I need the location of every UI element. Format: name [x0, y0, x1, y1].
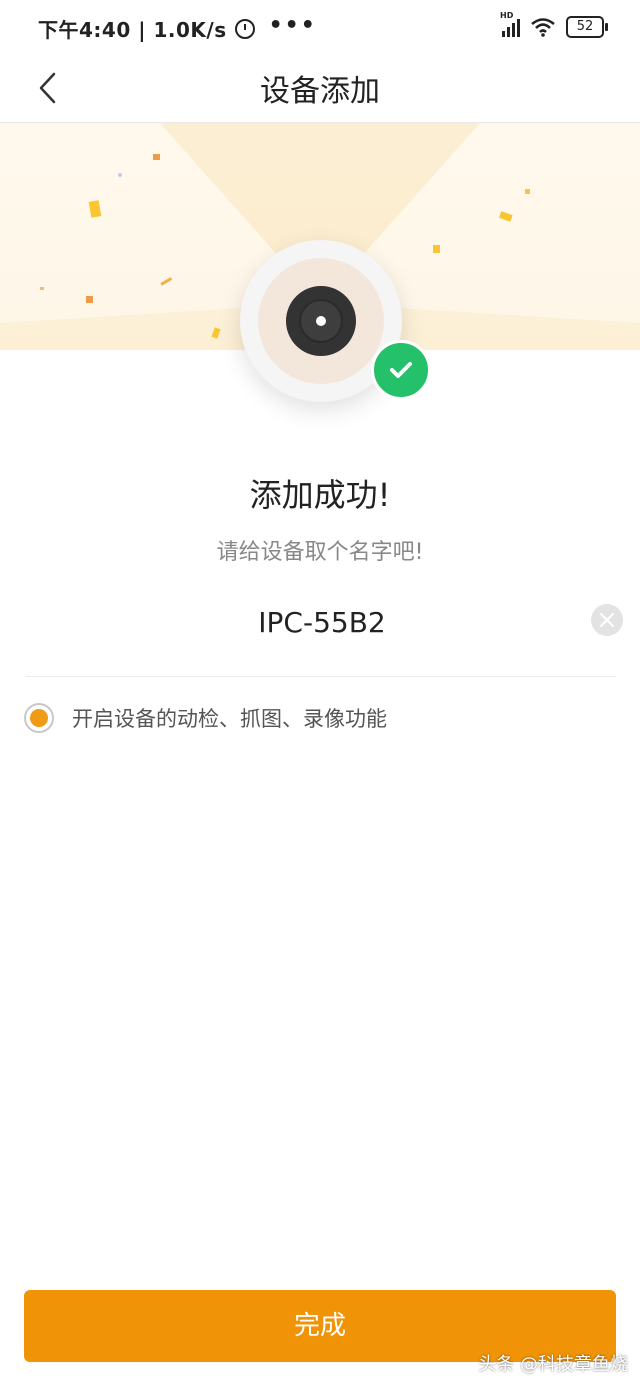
alarm-icon [234, 18, 255, 39]
page-title: 设备添加 [260, 74, 380, 109]
watermark: 头条 @科技章鱼烧 [478, 1354, 628, 1375]
radio-selected-dot [30, 709, 48, 727]
header: 设备添加 [0, 56, 640, 123]
divider [26, 676, 616, 677]
subtitle: 请给设备取个名字吧! [216, 540, 424, 565]
status-right: HD 52 [500, 11, 608, 38]
status-left: 下午4:40 | 1.0K/s ••• [38, 13, 317, 43]
status-bar: 下午4:40 | 1.0K/s ••• HD 52 [0, 0, 640, 56]
more-icon: ••• [268, 13, 317, 38]
check-icon [371, 340, 431, 400]
battery-icon: 52 [566, 16, 608, 38]
feature-option-label: 开启设备的动检、抓图、录像功能 [72, 707, 387, 731]
hd-label: HD [500, 11, 514, 20]
success-title: 添加成功! [249, 476, 391, 514]
close-icon [600, 613, 614, 627]
wifi-icon [531, 18, 555, 37]
device-name-input[interactable] [60, 598, 584, 646]
feature-option-row[interactable]: 开启设备的动检、抓图、录像功能 [24, 700, 387, 736]
status-time-speed: 下午4:40 | 1.0K/s [38, 18, 227, 42]
feature-radio[interactable] [24, 703, 54, 733]
signal-icon: HD [500, 11, 520, 37]
clear-button[interactable] [591, 604, 623, 636]
